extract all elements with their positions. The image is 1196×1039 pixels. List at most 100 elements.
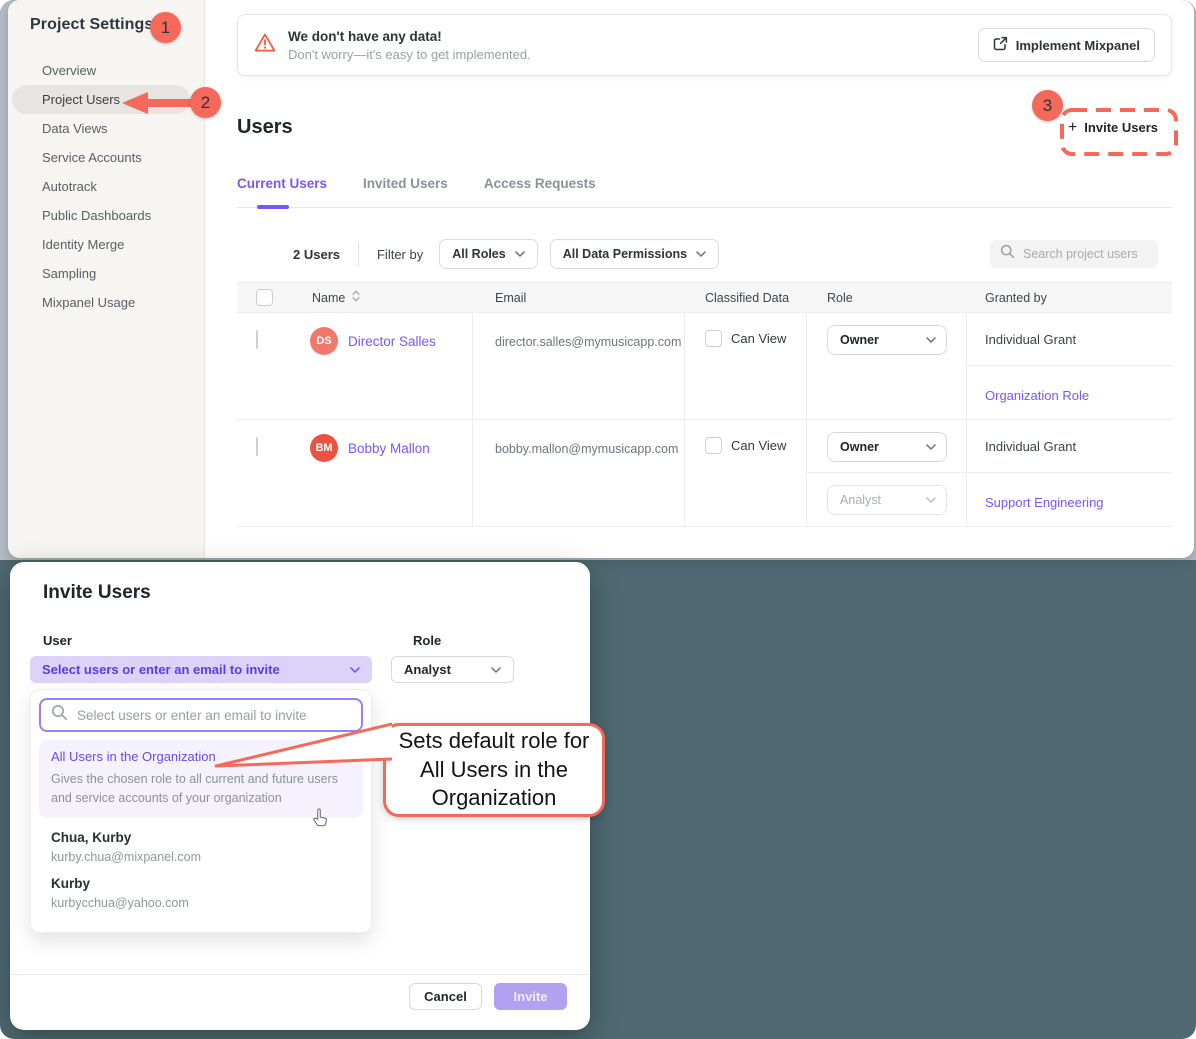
search-project-users-input[interactable] [1023,247,1148,261]
row-checkbox[interactable] [256,437,258,456]
sidebar-item-public-dashboards[interactable]: Public Dashboards [12,201,190,230]
sidebar-item-overview[interactable]: Overview [12,56,190,85]
tab-invited-users[interactable]: Invited Users [363,176,448,191]
option-user-email: kurby.chua@mixpanel.com [51,850,371,864]
tab-current-users[interactable]: Current Users [237,176,327,191]
classified-data-cell: Can View [685,313,807,419]
table-header-row: Name Email Classified Data Role Granted … [237,282,1172,313]
can-view-label: Can View [731,330,786,346]
sidebar-item-service-accounts[interactable]: Service Accounts [12,143,190,172]
sort-icon[interactable] [352,290,360,305]
header-cell-checkbox [237,289,290,306]
no-data-banner: We don't have any data! Don't worry—it's… [237,14,1172,76]
chevron-down-icon [926,444,936,450]
modal-title: Invite Users [43,582,151,604]
role-field-label: Role [413,633,441,648]
project-settings-window: Project Settings Overview Project Users … [8,0,1194,558]
user-select-value: Select users or enter an email to invite [42,662,280,677]
modal-footer-divider [10,974,590,975]
table-row: DS Director Salles director.salles@mymus… [237,313,1172,420]
select-all-checkbox[interactable] [256,289,273,306]
role-select-value: Analyst [404,662,451,677]
users-tabs: Current Users Invited Users Access Reque… [237,176,1172,191]
chevron-down-icon [926,337,936,343]
user-count: 2 Users [293,247,340,262]
callout-bubble: Sets default role for All Users in the O… [383,723,605,817]
implement-mixpanel-button[interactable]: Implement Mixpanel [978,28,1155,62]
classified-data-cell: Can View [685,420,807,526]
roles-filter-dropdown[interactable]: All Roles [439,239,538,269]
users-table: Name Email Classified Data Role Granted … [237,282,1172,527]
user-name-link[interactable]: Director Salles [348,334,436,349]
callout-tail [206,720,392,787]
warning-icon [254,32,276,58]
chevron-down-icon [696,251,706,257]
option-user-name: Kurby [51,876,371,891]
cursor-hand-icon [311,808,329,833]
can-view-checkbox[interactable] [705,330,722,347]
name-column-label: Name [312,291,345,305]
organization-role-link[interactable]: Organization Role [985,388,1089,403]
step-3-badge: 3 [1032,90,1063,121]
search-icon [51,704,68,726]
user-field-label: User [43,633,72,648]
header-cell-role: Role [807,291,967,305]
step-1-badge: 1 [150,12,181,43]
email-cell: bobby.mallon@mymusicapp.com [473,420,685,526]
permissions-filter-label: All Data Permissions [563,247,687,261]
sidebar-item-sampling[interactable]: Sampling [12,259,190,288]
option-user-email: kurbycchua@yahoo.com [51,896,371,910]
banner-title: We don't have any data! [288,29,531,44]
role-select[interactable]: Owner [827,432,947,462]
granted-by-value: Individual Grant [967,313,1172,365]
active-tab-indicator [257,205,289,209]
settings-sidebar: Project Settings Overview Project Users … [8,0,205,558]
search-icon [1000,244,1015,264]
invite-submit-button[interactable]: Invite [494,983,567,1010]
chevron-down-icon [491,667,501,673]
search-project-users-box [990,240,1158,268]
role-cell: Owner Analyst [807,420,967,526]
permissions-filter-dropdown[interactable]: All Data Permissions [550,239,719,269]
can-view-label: Can View [731,437,786,453]
screenshot-root: Project Settings Overview Project Users … [0,0,1196,1039]
sidebar-item-autotrack[interactable]: Autotrack [12,172,190,201]
user-select-dropdown[interactable]: Select users or enter an email to invite [30,656,372,683]
header-cell-email: Email [473,291,685,305]
header-cell-name: Name [290,290,473,305]
row-checkbox[interactable] [256,330,258,349]
roles-filter-label: All Roles [452,247,506,261]
tab-access-requests[interactable]: Access Requests [484,176,596,191]
users-header: Users + Invite Users [237,116,1172,139]
filter-row: 2 Users Filter by All Roles All Data Per… [237,239,1172,269]
name-cell: DS Director Salles [290,313,473,419]
chevron-down-icon [350,667,360,673]
role-select-dropdown[interactable]: Analyst [391,656,514,683]
role-select-disabled: Analyst [827,485,947,515]
sidebar-item-mixpanel-usage[interactable]: Mixpanel Usage [12,288,190,317]
banner-texts: We don't have any data! Don't worry—it's… [288,29,531,62]
row-checkbox-cell [237,313,290,419]
role-select[interactable]: Owner [827,325,947,355]
implement-mixpanel-label: Implement Mixpanel [1016,38,1140,53]
role-cell: Owner [807,313,967,419]
role-select-value: Owner [840,440,879,454]
email-cell: director.salles@mymusicapp.com [473,313,685,419]
name-cell: BM Bobby Mallon [290,420,473,526]
user-name-link[interactable]: Bobby Mallon [348,441,430,456]
header-cell-granted-by: Granted by [967,291,1172,305]
cancel-button[interactable]: Cancel [409,983,482,1010]
external-link-icon [993,36,1008,54]
banner-subtitle: Don't worry—it's easy to get implemented… [288,47,531,62]
support-engineering-link[interactable]: Support Engineering [985,495,1104,510]
avatar: BM [310,434,338,462]
chevron-down-icon [515,251,525,257]
page-title: Users [237,116,293,139]
table-row: BM Bobby Mallon bobby.mallon@mymusicapp.… [237,420,1172,527]
option-user[interactable]: Kurby kurbycchua@yahoo.com [31,864,371,910]
filter-by-label: Filter by [377,247,423,262]
can-view-checkbox[interactable] [705,437,722,454]
sidebar-item-identity-merge[interactable]: Identity Merge [12,230,190,259]
settings-main-panel: We don't have any data! Don't worry—it's… [205,0,1194,558]
annotation-arrow-left-icon [122,92,200,119]
